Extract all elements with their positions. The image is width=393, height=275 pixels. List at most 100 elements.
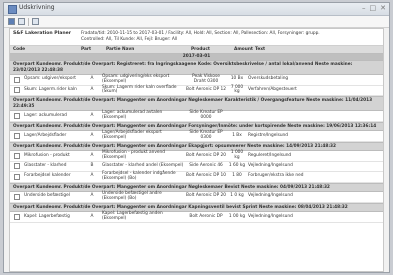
cell-product: Peak Viskose Draht 0300 [192,74,220,84]
row-checkbox-cell [10,173,22,180]
group-header: Overpart Kundeomr. Produkt/de Overpart: … [10,96,383,112]
cell-code: Opsam: udgiver/eksport [24,76,76,82]
col-text[interactable]: Text [252,47,383,52]
cell-part: A [90,112,94,118]
cell-part-name: Glasstater - klarhed andel (Eksempel) [102,163,184,169]
cell-code: Lager: ackumulerad [24,112,67,118]
report-groups: Overpart Kundeomr. Produkt/de Overpart: … [10,60,383,223]
cell-product: Bolt Aeronic DP 10 [186,173,227,179]
cell-text: Vejledning/Ingelsund [248,213,293,219]
col-part[interactable]: Part [78,47,103,52]
report-header: S&F Lakeration Planer Fradato/tid: 2010-… [10,29,383,46]
cell-text: Verfahren/Abgesteuert [248,86,297,92]
cell-part: A [90,193,94,199]
cell-amount: 10 Bx [230,76,244,82]
table-row[interactable]: Underside befæstigel A Underside befæstige… [10,191,383,203]
save-icon[interactable] [8,18,15,25]
app-icon [8,5,17,14]
close-icon[interactable]: ✕ [380,4,386,12]
table-row[interactable]: Lager: ackumulerad A Lager: ackumulerad av… [10,110,383,122]
table-row[interactable]: Glasstater - klarhed B Glasstater - klarhe… [10,162,383,172]
table-row[interactable]: Kapel: Lagerbefæstig A Kapel: Lagerbefæsti… [10,211,383,223]
row-checkbox-cell [10,76,22,83]
cell-part: A [90,76,94,82]
group-header: Overpart Kundeomr. Produkt/de Overpart: … [10,182,383,193]
toolbar-separator [28,17,29,26]
table-row[interactable]: Lager/Arbejdsflader A Lager/Arbejdsflader … [10,130,383,142]
row-checkbox-cell [10,213,22,220]
cell-product: Bolt Aeronic DP 20 [186,193,227,199]
cell-code: Underside befæstigel [24,193,70,199]
cell-part-name: Kapel: Lagerbefæstig anden (Eksempel) [102,211,163,221]
group-header: Overpart Kundeomr. Produkt/de Overpart: … [10,60,383,75]
table-row[interactable]: Forarbejdsel kalender A Forarbejdsel - kal… [10,170,383,183]
cell-code: Forarbejdsel kalender [24,173,71,179]
print-icon[interactable] [18,18,25,25]
maximize-icon[interactable]: □ [370,4,377,12]
cell-part-name: Forarbejdsel - kalender indgående (Eksem… [102,170,176,181]
cell-part-name: Lager/Arbejdsflader eksport (Eksempel) [102,130,162,141]
cell-part: B [90,163,94,169]
cell-text: Overskudsbetaling [248,76,289,82]
cell-amount: 1 000 kg [230,150,244,161]
cell-amount: 1 Bx [232,132,242,138]
cell-text: Vejledning/Ingelsund [248,193,293,199]
cell-product: Bolt Aeronic DP 12 [186,86,227,92]
col-code[interactable]: Code [10,47,78,52]
cell-product: Side Kreatur EP 0000 [189,110,223,120]
cell-code: Glasstater - klarhed [24,163,67,169]
cell-code: Skum: Lagerm.rider kaln [24,86,77,92]
col-part-name[interactable]: Partie Navn [103,47,188,52]
cell-product: Bolt Aeronic DP [189,213,223,219]
cell-part-name: Underside befæstigel andre (Eksempel) (B… [102,191,162,201]
cell-part-name: Opsam: udgivering/eks eksport (Eksempel) [102,74,170,84]
row-checkbox[interactable] [14,76,20,83]
row-checkbox[interactable] [14,87,20,94]
row-checkbox-cell [10,133,22,140]
cell-part: A [90,86,94,92]
report-title: S&F Lakeration Planer [13,31,71,36]
group-header: Overpart Kundeomr. Produkt/de Overpart: … [10,202,383,213]
filter-line-2: Controlled: All, Til Kunde: All, Fejl: B… [81,37,178,42]
row-checkbox-cell [10,112,22,119]
row-checkbox[interactable] [14,213,20,220]
row-checkbox[interactable] [14,163,20,170]
toolbar [4,16,389,28]
cell-part-name: Lager: ackumulerad avtalen (Eksempel) [102,110,163,120]
column-header: Code Part Partie Navn Product Amount Tex… [10,46,383,54]
cell-amount: 7 000 kg [230,84,244,95]
table-row[interactable]: Mikrofusion - produkt A Mikrofusion - prod… [10,151,383,162]
cell-code: Lager/Arbejdsflader [24,132,67,138]
row-checkbox[interactable] [14,173,20,180]
table-row[interactable]: Opsam: udgiver/eksport A Opsam: udgivering… [10,74,383,86]
cell-amount: 1 60 kg [228,163,246,169]
cell-part: A [90,173,94,179]
col-amount[interactable]: Amount [231,47,253,52]
cell-product: Bolt Aeronic DP 20 [186,152,227,158]
cell-code: Mikrofusion - produkt [24,152,70,158]
row-checkbox[interactable] [14,133,20,140]
cell-part-name: Mikrofusion - produkt anvend (Eksempel) [102,150,166,161]
cell-product: Side Kreatur EP 0300 [189,130,223,141]
minimize-icon[interactable]: – [362,4,366,12]
row-checkbox[interactable] [14,112,20,119]
cell-amount: 1 80 [232,173,242,179]
cell-code: Kapel: Lagerbefæstig [24,213,70,219]
row-checkbox[interactable] [14,153,20,160]
col-product[interactable]: Product [188,47,231,52]
cell-product: Side Aeronic 46 [189,163,223,169]
row-checkbox-cell [10,163,22,170]
row-checkbox-cell [10,153,22,160]
refresh-icon[interactable] [32,18,39,25]
cell-part-name: Skum: Lagerm rider kaln overflade (Skum) [102,84,177,95]
cell-part: A [90,152,94,158]
table-row[interactable]: Skum: Lagerm.rider kaln A Skum: Lagerm rid… [10,84,383,97]
window-title: Udskrivning [19,4,55,11]
group-header: Overpart Kundeomr. Produkt/de Overpart: … [10,141,383,152]
cell-text: Registre/Ingelsund [248,132,289,138]
cell-text: Forbruger/ekstra ikke ned [248,173,304,179]
row-checkbox[interactable] [14,193,20,200]
report-filters: Fradato/tid: 2010-11-15 to 2017-03-01 / … [81,31,380,43]
row-checkbox-cell [10,87,22,94]
report-window: Udskrivning – □ ✕ S&F Lakeration Planer … [3,2,390,273]
